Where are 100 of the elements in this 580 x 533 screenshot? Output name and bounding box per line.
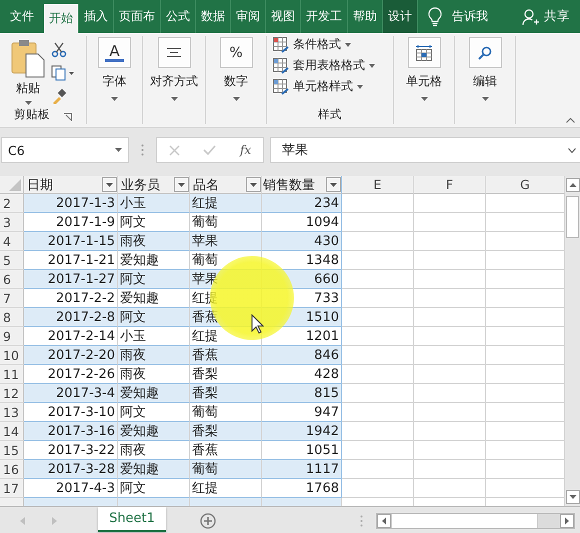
ribbon-tab[interactable]: 开始 — [44, 4, 79, 33]
table-cell: 660 — [262, 270, 342, 289]
paste-button[interactable]: 粘贴 — [11, 38, 45, 105]
number-button[interactable]: % 数字 — [206, 36, 267, 124]
drag-handle-icon[interactable] — [360, 514, 363, 526]
table-cell: 雨夜 — [118, 346, 190, 365]
table-cell: 葡萄 — [190, 460, 262, 479]
table-cell: 阿文 — [118, 479, 190, 498]
insert-function-button[interactable]: fx — [240, 143, 252, 157]
table-cell: 234 — [262, 194, 342, 213]
filter-dropdown-icon[interactable] — [326, 177, 341, 192]
row-header[interactable]: 5 — [0, 251, 24, 270]
filter-dropdown-icon[interactable] — [246, 177, 261, 192]
table-cell: 雨夜 — [118, 441, 190, 460]
dialog-launcher-icon[interactable] — [64, 112, 72, 120]
table-cell: 阿文 — [118, 308, 190, 327]
table-cell: 爱知趣 — [118, 422, 190, 441]
row-header[interactable]: 16 — [0, 460, 24, 479]
drag-handle-icon[interactable] — [141, 144, 144, 156]
ribbon-tab[interactable]: 文件 — [0, 0, 44, 33]
format-painter-icon[interactable] — [51, 88, 67, 104]
table-cell: 香梨 — [190, 422, 262, 441]
ribbon-tab[interactable]: 设计 — [383, 0, 418, 33]
cells-icon — [416, 44, 432, 60]
scroll-right-icon[interactable] — [560, 514, 574, 528]
table-cell: 2017-1-9 — [24, 213, 118, 232]
caret-icon — [420, 97, 428, 101]
check-icon[interactable] — [203, 145, 216, 155]
table-cell: 1201 — [262, 327, 342, 346]
table-cell: 947 — [262, 403, 342, 422]
font-button[interactable]: A 字体 — [87, 36, 143, 124]
row-header[interactable]: 12 — [0, 384, 24, 403]
expand-icon[interactable] — [568, 148, 576, 152]
table-cell: 2017-3-10 — [24, 403, 118, 422]
alignment-button[interactable]: 对齐方式 — [143, 36, 206, 124]
caret-icon — [24, 101, 32, 105]
cells-button[interactable]: 单元格 — [394, 36, 455, 124]
table-cell: 2017-1-21 — [24, 251, 118, 270]
collapse-ribbon-icon[interactable] — [566, 117, 575, 123]
scissors-icon[interactable] — [51, 42, 67, 58]
column-header[interactable]: E — [342, 176, 414, 194]
table-cell: 香蕉 — [190, 441, 262, 460]
column-header[interactable]: F — [414, 176, 486, 194]
row-header[interactable]: 17 — [0, 479, 24, 498]
caret-icon — [111, 97, 118, 101]
table-cell: 2017-2-20 — [24, 346, 118, 365]
row-header[interactable]: 7 — [0, 289, 24, 308]
table-cell: 430 — [262, 232, 342, 251]
row-header[interactable]: 9 — [0, 327, 24, 346]
row-header[interactable]: 15 — [0, 441, 24, 460]
table-cell: 2017-3-16 — [24, 422, 118, 441]
filter-dropdown-icon[interactable] — [102, 177, 117, 192]
empty-cell — [414, 213, 486, 232]
editing-button[interactable]: 编辑 — [455, 36, 516, 124]
column-header[interactable]: G — [486, 176, 565, 194]
copy-icon[interactable] — [51, 65, 75, 81]
align-center-icon — [167, 48, 181, 58]
row-header[interactable]: 10 — [0, 346, 24, 365]
empty-cell — [414, 194, 486, 213]
table-cell: 爱知趣 — [118, 251, 190, 270]
table-style-icon — [273, 36, 289, 52]
table-cell: 阿文 — [118, 403, 190, 422]
table-header: 品名 — [193, 176, 219, 194]
row-header[interactable]: 3 — [0, 213, 24, 232]
table-cell: 阿文 — [118, 213, 190, 232]
row-header[interactable]: 14 — [0, 422, 24, 441]
formula-field[interactable]: 苹果 — [270, 137, 580, 163]
filter-dropdown-icon[interactable] — [174, 177, 189, 192]
row-header[interactable]: 4 — [0, 232, 24, 251]
table-cell: 红提 — [190, 194, 262, 213]
scroll-down-icon[interactable] — [566, 490, 580, 504]
table-cell: 葡萄 — [190, 213, 262, 232]
row-header[interactable]: 13 — [0, 403, 24, 422]
style-menu-button[interactable]: 单元格样式 — [273, 78, 375, 95]
share-button[interactable]: 共享 — [512, 0, 570, 33]
caret-icon — [232, 97, 240, 101]
table-cell: 2017-3-28 — [24, 460, 118, 479]
style-menu-button[interactable]: 条件格式 — [273, 36, 375, 53]
row-header[interactable]: 8 — [0, 308, 24, 327]
style-menu-button[interactable]: 套用表格格式 — [273, 57, 375, 74]
scrollbar-thumb[interactable] — [566, 196, 578, 238]
scroll-up-icon[interactable] — [566, 178, 580, 192]
table-cell: 2017-1-27 — [24, 270, 118, 289]
empty-cell — [414, 403, 486, 422]
name-box[interactable]: C6 — [1, 137, 129, 163]
row-header[interactable]: 11 — [0, 365, 24, 384]
table-cell: 1510 — [262, 308, 342, 327]
row-header[interactable]: 6 — [0, 270, 24, 289]
table-header: 日期 — [27, 176, 53, 194]
caret-icon — [482, 97, 488, 101]
scrollbar-thumb[interactable] — [391, 514, 538, 528]
sheet-tab[interactable]: Sheet1 — [98, 507, 166, 532]
search-icon — [478, 46, 492, 60]
scroll-left-icon[interactable] — [377, 514, 391, 528]
add-sheet-icon[interactable] — [200, 512, 216, 528]
empty-cell — [414, 460, 486, 479]
tell-me-link[interactable]: 告诉我 — [452, 8, 488, 25]
table-cell: 2017-3-22 — [24, 441, 118, 460]
table-cell: 1768 — [262, 479, 342, 498]
row-header[interactable]: 2 — [0, 194, 24, 213]
